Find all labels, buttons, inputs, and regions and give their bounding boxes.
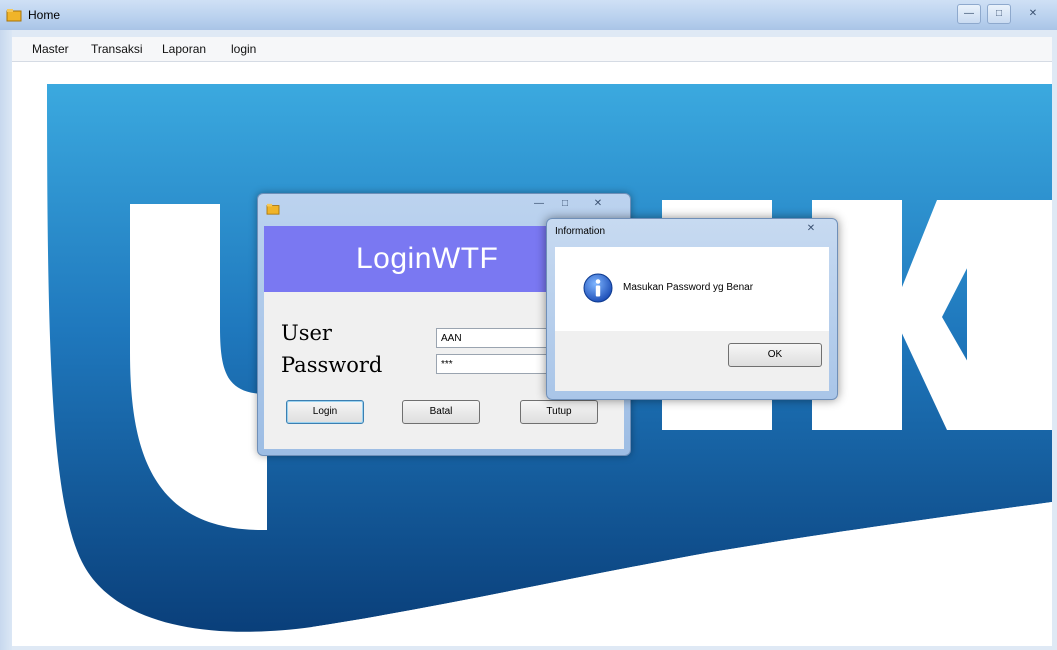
menu-item-transaksi[interactable]: Transaksi xyxy=(91,42,143,56)
dialog-body: Masukan Password yg Benar OK xyxy=(555,247,829,391)
user-label: User xyxy=(281,321,332,345)
password-label: Password xyxy=(281,353,383,377)
login-header-title: LoginWTF xyxy=(356,242,499,275)
batal-button[interactable]: Batal xyxy=(402,400,480,424)
info-icon xyxy=(583,273,613,303)
window-frame xyxy=(0,30,12,650)
close-button[interactable]: ✕ xyxy=(1017,4,1049,24)
main-titlebar[interactable]: Home — □ ✕ xyxy=(0,0,1057,30)
window-controls: — □ ✕ xyxy=(957,4,1049,24)
menu-item-login[interactable]: login xyxy=(231,42,256,56)
window-title: Home xyxy=(28,8,61,22)
dialog-content: Masukan Password yg Benar xyxy=(555,247,829,331)
login-close-button[interactable]: ✕ xyxy=(580,196,616,212)
information-dialog: Information ✕ Masukan Password yg Benar … xyxy=(546,218,838,400)
dialog-title: Information xyxy=(555,226,606,237)
menu-item-laporan[interactable]: Laporan xyxy=(162,42,206,56)
app-icon xyxy=(6,9,22,22)
ok-button[interactable]: OK xyxy=(728,343,822,367)
login-window-controls: — □ ✕ xyxy=(528,196,616,212)
dialog-message: Masukan Password yg Benar xyxy=(623,282,754,293)
login-minimize-button[interactable]: — xyxy=(528,196,550,212)
login-button[interactable]: Login xyxy=(286,400,364,424)
app-icon xyxy=(266,203,280,215)
menu-item-master[interactable]: Master xyxy=(32,42,69,56)
dialog-close-button[interactable]: ✕ xyxy=(791,221,831,237)
menubar: Master Transaksi Laporan login xyxy=(12,37,1052,62)
login-maximize-button[interactable]: □ xyxy=(554,196,576,212)
tutup-button[interactable]: Tutup xyxy=(520,400,598,424)
maximize-button[interactable]: □ xyxy=(987,4,1011,24)
minimize-button[interactable]: — xyxy=(957,4,981,24)
